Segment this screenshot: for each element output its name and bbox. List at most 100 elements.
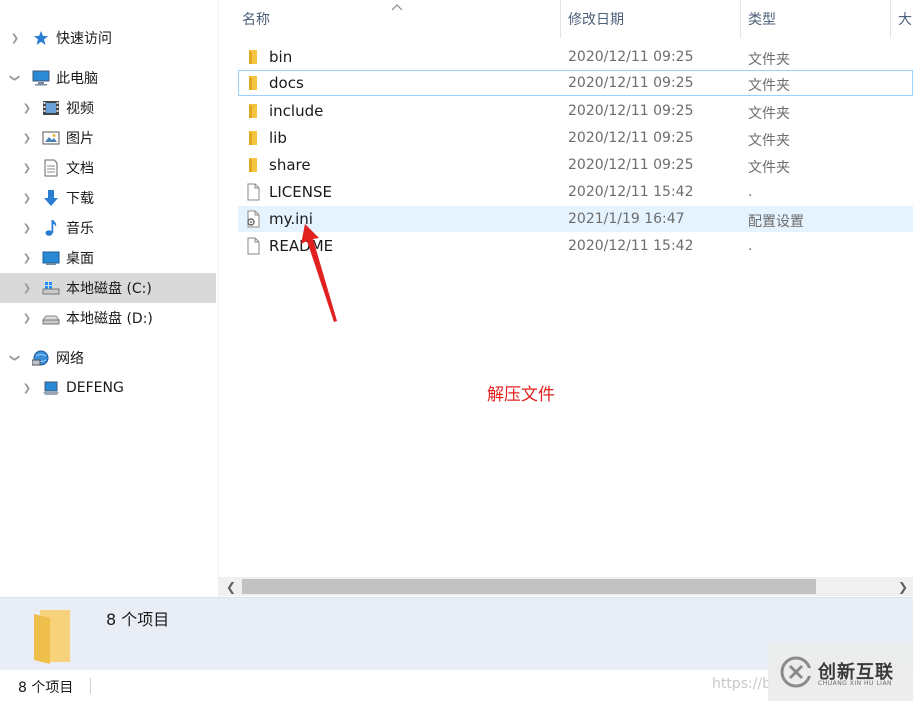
chevron-right-icon[interactable]: ❯ [22,223,32,234]
nav-item-desktop[interactable]: ❯ 桌面 [0,243,216,273]
chevron-right-icon[interactable]: ❯ [22,133,32,144]
logo-subtext: CHUANG XIN HU LIAN [818,680,893,687]
file-icon [247,237,260,255]
scroll-right-icon[interactable]: ❯ [893,577,913,596]
settings-file-icon [247,210,260,228]
chevron-right-icon[interactable]: ❯ [22,193,32,204]
scrollbar-thumb[interactable] [242,579,816,594]
folder-icon [249,76,257,90]
nav-item-music[interactable]: ❯ 音乐 [0,213,216,243]
file-name: docs [269,74,304,92]
music-icon [42,219,60,237]
folder-icon [249,158,257,172]
nav-item-documents[interactable]: ❯ 文档 [0,153,216,183]
file-type: . [748,238,753,254]
watermark-url: https://b [712,676,772,692]
file-type: 文件夹 [748,133,790,149]
file-icon [247,183,260,201]
nav-label: 本地磁盘 (D:) [66,311,153,327]
pane-divider[interactable] [218,0,219,597]
chevron-right-icon[interactable]: ❯ [22,103,32,114]
file-type: . [748,184,753,200]
nav-label: 此电脑 [56,71,98,87]
nav-item-this-pc[interactable]: ❯ 此电脑 [0,63,216,93]
documents-icon [42,159,60,177]
scroll-left-icon[interactable]: ❮ [221,577,241,596]
file-name: bin [269,48,293,66]
file-date: 2020/12/11 15:42 [568,184,694,200]
nav-label: 文档 [66,161,94,177]
file-type: 文件夹 [748,160,790,176]
nav-item-network[interactable]: ❯ 网络 [0,343,216,373]
nav-item-drive-c[interactable]: ❯ 本地磁盘 (C:) [0,273,216,303]
pictures-icon [42,129,60,147]
folder-icon [34,610,70,664]
file-date: 2020/12/11 09:25 [568,130,694,146]
status-item-count: 8 个项目 [18,680,74,696]
file-type: 配置设置 [748,214,804,230]
nav-item-quick-access[interactable]: ❯ 快速访问 [0,23,216,53]
file-row[interactable]: LICENSE 2020/12/11 15:42 . [238,179,913,205]
column-header-date[interactable]: 修改日期 [568,0,738,38]
chevron-down-icon[interactable]: ❯ [10,353,21,363]
file-type: 文件夹 [748,106,790,122]
nav-item-drive-d[interactable]: ❯ 本地磁盘 (D:) [0,303,216,333]
file-date: 2020/12/11 09:25 [568,75,694,91]
file-name: share [269,156,311,174]
nav-label: 网络 [56,351,84,367]
column-header-type[interactable]: 类型 [748,0,888,38]
file-row[interactable]: lib 2020/12/11 09:25 文件夹 [238,125,913,151]
network-computer-icon [42,379,60,397]
file-name: lib [269,129,287,147]
nav-label: 桌面 [66,251,94,267]
chevron-right-icon[interactable]: ❯ [22,253,32,264]
drive-c-icon [42,279,60,297]
column-header-size[interactable]: 大 [898,0,913,38]
file-date: 2020/12/11 09:25 [568,103,694,119]
chevron-right-icon[interactable]: ❯ [22,313,32,324]
nav-label: DEFENG [66,380,124,396]
logo-mark-icon [780,656,814,688]
chevron-right-icon[interactable]: ❯ [22,283,32,294]
desktop-icon [42,249,60,267]
annotation-text: 解压文件 [487,385,555,405]
file-row[interactable]: bin 2020/12/11 09:25 文件夹 [238,44,913,70]
folder-icon [249,50,257,64]
star-icon [32,29,50,47]
nav-item-videos[interactable]: ❯ 视频 [0,93,216,123]
chevron-right-icon[interactable]: ❯ [22,383,32,394]
nav-label: 图片 [66,131,94,147]
navigation-pane: ❯ 快速访问 ❯ 此电脑 ❯ 视频 ❯ 图片 ❯ 文档 ❯ 下载 ❯ 音乐 ❯ … [0,0,218,597]
watermark-logo: 创新互联 CHUANG XIN HU LIAN [768,644,913,701]
horizontal-scrollbar[interactable]: ❮ ❯ [219,577,913,596]
nav-item-pictures[interactable]: ❯ 图片 [0,123,216,153]
chevron-right-icon[interactable]: ❯ [22,163,32,174]
file-row[interactable]: share 2020/12/11 09:25 文件夹 [238,152,913,178]
folder-icon [249,104,257,118]
network-icon [32,349,50,367]
file-date: 2020/12/11 09:25 [568,157,694,173]
file-row[interactable]: docs 2020/12/11 09:25 文件夹 [238,70,913,96]
file-name: include [269,102,324,120]
nav-item-downloads[interactable]: ❯ 下载 [0,183,216,213]
nav-label: 音乐 [66,221,94,237]
column-divider[interactable] [740,0,741,38]
file-row[interactable]: include 2020/12/11 09:25 文件夹 [238,98,913,124]
column-header-name[interactable]: 名称 [242,0,558,38]
status-divider [90,678,91,694]
chevron-down-icon[interactable]: ❯ [10,73,21,83]
file-type: 文件夹 [748,52,790,68]
nav-label: 视频 [66,101,94,117]
column-divider[interactable] [890,0,891,38]
details-item-count: 8 个项目 [106,610,170,629]
file-date: 2021/1/19 16:47 [568,211,685,227]
nav-label: 本地磁盘 (C:) [66,281,152,297]
nav-label: 快速访问 [56,31,112,47]
computer-icon [32,69,50,87]
column-divider[interactable] [560,0,561,38]
drive-d-icon [42,309,60,327]
annotation-arrow-icon [301,224,337,322]
chevron-right-icon[interactable]: ❯ [10,33,20,44]
nav-item-defeng[interactable]: ❯ DEFENG [0,373,216,403]
file-name: LICENSE [269,183,332,201]
